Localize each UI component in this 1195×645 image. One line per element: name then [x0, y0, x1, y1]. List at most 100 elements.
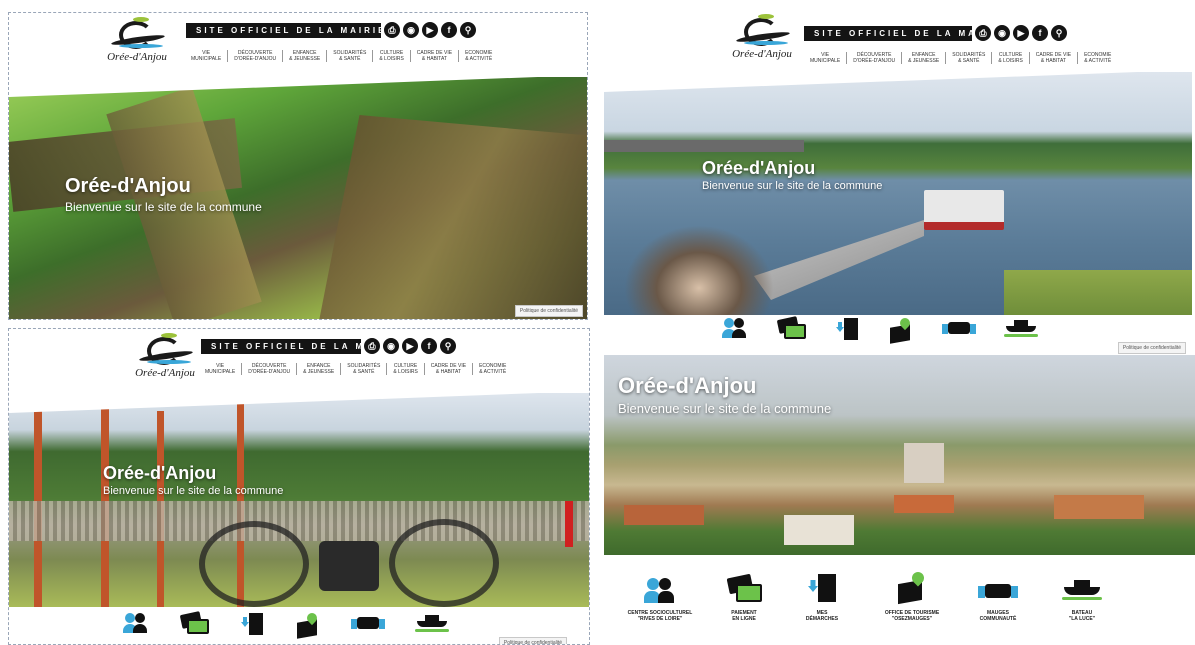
nav-item-enfance[interactable]: ENFANCE & JEUNESSE: [296, 363, 340, 375]
nav-item-decouverte[interactable]: DÉCOUVERTE D'ORÉE-D'ANJOU: [227, 50, 282, 62]
nav-item-vie-municipale[interactable]: VIE MUNICIPALE: [199, 363, 241, 375]
official-site-banner: SITE OFFICIEL DE LA MAIRIE: [186, 22, 383, 38]
site-logo[interactable]: Orée-d'Anjou: [107, 17, 167, 63]
handshake-icon: [942, 318, 976, 338]
quick-link-demarches[interactable]: [239, 613, 265, 644]
nav-item-decouverte[interactable]: DÉCOUVERTE D'ORÉE-D'ANJOU: [241, 363, 296, 375]
map-pin-icon: [295, 610, 321, 639]
logo-mark-icon: [107, 17, 167, 53]
privacy-policy-link[interactable]: Politique de confidentialité: [514, 305, 583, 317]
quick-link-centre-socioculturel[interactable]: [123, 613, 149, 644]
quick-link-bateau[interactable]: [415, 613, 449, 644]
print-icon[interactable]: ⎙: [384, 22, 400, 38]
people-icon: [644, 578, 676, 604]
top-bar: SITE OFFICIEL DE LA MAIRIE ⎙ ◉ ▶ f ⚲: [201, 338, 456, 354]
map-pin-icon: [888, 315, 914, 344]
quick-links: CENTRE SOCIOCULTUREL "RIVES DE LOIRE" PA…: [604, 560, 1195, 645]
official-site-banner: SITE OFFICIEL DE LA MAIRIE: [201, 338, 398, 354]
document-download-icon: [806, 574, 838, 604]
main-nav: VIE MUNICIPALE DÉCOUVERTE D'ORÉE-D'ANJOU…: [199, 363, 512, 375]
quick-link-paiement[interactable]: [776, 316, 806, 355]
quick-link-label: BATEAU "LA LUCE": [1068, 610, 1096, 622]
official-site-banner: SITE OFFICIEL DE LA MAIRIE: [804, 25, 1001, 41]
hero-subtitle: Bienvenue sur le site de la commune: [618, 401, 832, 416]
hero-title: Orée-d'Anjou: [103, 463, 217, 483]
screenshot-town: Orée-d'Anjou Bienvenue sur le site de la…: [604, 355, 1195, 645]
people-icon: [123, 613, 149, 635]
nav-item-vie-municipale[interactable]: VIE MUNICIPALE: [185, 50, 227, 62]
print-icon[interactable]: ⎙: [364, 338, 380, 354]
quick-link-mauges[interactable]: [351, 613, 385, 644]
quick-link-paiement[interactable]: [179, 611, 209, 644]
quick-links: [604, 315, 1192, 355]
nav-item-economie[interactable]: ECONOMIE & ACTIVITÉ: [1077, 52, 1117, 64]
quick-link-label: PAIEMENT EN LIGNE: [731, 610, 757, 622]
quick-link-bateau[interactable]: BATEAU "LA LUCE": [1038, 560, 1126, 645]
boat-icon: [415, 613, 449, 635]
quick-link-demarches[interactable]: [834, 318, 860, 355]
nav-item-economie[interactable]: ECONOMIE & ACTIVITÉ: [472, 363, 512, 375]
nav-item-cadre-de-vie[interactable]: CADRE DE VIE & HABITAT: [1028, 52, 1077, 64]
hero-image: Orée-d'Anjou Bienvenue sur le site de la…: [604, 70, 1192, 315]
search-icon[interactable]: ⚲: [460, 22, 476, 38]
nav-item-culture[interactable]: CULTURE & LOISIRS: [991, 52, 1028, 64]
quick-link-office-tourisme[interactable]: [295, 610, 321, 644]
facebook-icon[interactable]: f: [1032, 25, 1048, 41]
site-header: Orée-d'Anjou SITE OFFICIEL DE LA MAIRIE …: [604, 8, 1192, 72]
eye-icon[interactable]: ◉: [403, 22, 419, 38]
eye-icon[interactable]: ◉: [994, 25, 1010, 41]
screenshot-river: Orée-d'Anjou Bienvenue sur le site de la…: [604, 8, 1192, 355]
handshake-icon: [978, 580, 1018, 604]
people-icon: [722, 318, 748, 340]
document-download-icon: [239, 613, 265, 637]
hero-subtitle: Bienvenue sur le site de la commune: [702, 180, 883, 192]
nav-item-solidarites[interactable]: SOLIDARITÉS & SANTÉ: [340, 363, 386, 375]
hero-subtitle: Bienvenue sur le site de la commune: [103, 485, 284, 497]
quick-link-mauges[interactable]: [942, 318, 976, 355]
logo-mark-icon: [732, 14, 792, 50]
payment-card-icon: [179, 611, 209, 635]
privacy-policy-link[interactable]: Politique de confidentialité: [498, 637, 567, 644]
site-logo[interactable]: Orée-d'Anjou: [732, 14, 792, 60]
quick-link-demarches[interactable]: MES DÉMARCHES: [778, 560, 866, 645]
nav-item-economie[interactable]: ECONOMIE & ACTIVITÉ: [458, 50, 498, 62]
boat-icon: [1062, 578, 1102, 604]
privacy-policy-link[interactable]: Politique de confidentialité: [1117, 342, 1186, 354]
quick-link-paiement[interactable]: PAIEMENT EN LIGNE: [710, 560, 778, 645]
video-icon[interactable]: ▶: [402, 338, 418, 354]
facebook-icon[interactable]: f: [441, 22, 457, 38]
quick-link-centre-socioculturel[interactable]: CENTRE SOCIOCULTUREL "RIVES DE LOIRE": [610, 560, 710, 645]
nav-item-cadre-de-vie[interactable]: CADRE DE VIE & HABITAT: [409, 50, 458, 62]
facebook-icon[interactable]: f: [421, 338, 437, 354]
quick-link-centre-socioculturel[interactable]: [722, 318, 748, 355]
hero-image: Orée-d'Anjou Bienvenue sur le site de la…: [9, 391, 589, 607]
nav-item-vie-municipale[interactable]: VIE MUNICIPALE: [804, 52, 846, 64]
search-icon[interactable]: ⚲: [440, 338, 456, 354]
logo-mark-icon: [135, 333, 195, 369]
main-nav: VIE MUNICIPALE DÉCOUVERTE D'ORÉE-D'ANJOU…: [804, 52, 1117, 64]
nav-item-enfance[interactable]: ENFANCE & JEUNESSE: [901, 52, 945, 64]
video-icon[interactable]: ▶: [1013, 25, 1029, 41]
eye-icon[interactable]: ◉: [383, 338, 399, 354]
print-icon[interactable]: ⎙: [975, 25, 991, 41]
quick-link-office-tourisme[interactable]: OFFICE DE TOURISME "OSEZMAUGES": [866, 560, 958, 645]
nav-item-culture[interactable]: CULTURE & LOISIRS: [386, 363, 423, 375]
site-logo[interactable]: Orée-d'Anjou: [135, 333, 195, 379]
quick-link-office-tourisme[interactable]: [888, 315, 914, 355]
top-bar: SITE OFFICIEL DE LA MAIRIE ⎙ ◉ ▶ f ⚲: [186, 22, 476, 38]
quick-link-bateau[interactable]: [1004, 318, 1038, 355]
hero-subtitle: Bienvenue sur le site de la commune: [65, 200, 262, 214]
nav-item-solidarites[interactable]: SOLIDARITÉS & SANTÉ: [326, 50, 372, 62]
screenshot-bikes: Orée-d'Anjou Bienvenue sur le site de la…: [8, 328, 590, 645]
nav-item-culture[interactable]: CULTURE & LOISIRS: [372, 50, 409, 62]
nav-item-solidarites[interactable]: SOLIDARITÉS & SANTÉ: [945, 52, 991, 64]
site-header: Orée-d'Anjou SITE OFFICIEL DE LA MAIRIE …: [9, 13, 587, 77]
main-nav: VIE MUNICIPALE DÉCOUVERTE D'ORÉE-D'ANJOU…: [185, 50, 498, 62]
quick-link-mauges[interactable]: MAUGES COMMUNAUTÉ: [958, 560, 1038, 645]
search-icon[interactable]: ⚲: [1051, 25, 1067, 41]
map-pin-icon: [896, 569, 928, 605]
nav-item-decouverte[interactable]: DÉCOUVERTE D'ORÉE-D'ANJOU: [846, 52, 901, 64]
nav-item-cadre-de-vie[interactable]: CADRE DE VIE & HABITAT: [423, 363, 472, 375]
nav-item-enfance[interactable]: ENFANCE & JEUNESSE: [282, 50, 326, 62]
video-icon[interactable]: ▶: [422, 22, 438, 38]
